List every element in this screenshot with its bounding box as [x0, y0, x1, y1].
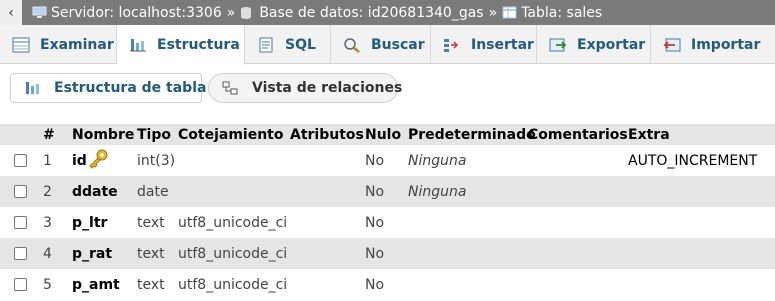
row-number: 2	[43, 183, 52, 200]
table-header: # Nombre Tipo Cotejamiento Atributos Nul…	[0, 124, 775, 145]
tab-insert[interactable]: Insertar	[431, 25, 537, 64]
tab-export[interactable]: Exportar	[537, 25, 651, 64]
field-null: No	[365, 245, 385, 262]
breadcrumb-table[interactable]: Tabla: sales	[502, 5, 602, 21]
table-structure-button[interactable]: Estructura de tabla	[10, 73, 206, 103]
primary-key-icon	[87, 149, 109, 173]
server-icon	[32, 6, 47, 19]
row-number: 4	[43, 245, 52, 262]
tab-search-label: Buscar	[371, 36, 425, 53]
field-name: id	[72, 152, 87, 169]
field-null: No	[365, 214, 385, 231]
table-row: 2 ddate date No Ninguna	[0, 176, 775, 207]
row-select-checkbox[interactable]	[14, 247, 27, 260]
tab-browse[interactable]: Examinar	[0, 25, 117, 64]
row-select-checkbox[interactable]	[14, 185, 27, 198]
col-header-number: #	[43, 126, 55, 143]
row-number: 1	[43, 152, 52, 169]
breadcrumb: ‹ Servidor: localhost:3306 » Base de dat…	[0, 0, 775, 25]
field-extra: AUTO_INCREMENT	[628, 152, 758, 169]
field-null: No	[365, 183, 385, 200]
tab-structure-label: Estructura	[157, 36, 240, 53]
col-header-default[interactable]: Predeterminado	[408, 127, 536, 143]
table-row: 5 p_amt text utf8_unicode_ci No	[0, 269, 775, 300]
structure-table: # Nombre Tipo Cotejamiento Atributos Nul…	[0, 124, 775, 300]
field-collation: utf8_unicode_ci	[178, 245, 288, 262]
field-type: text	[137, 245, 165, 262]
relation-view-button[interactable]: Vista de relaciones	[208, 73, 402, 103]
breadcrumb-database[interactable]: Base de datos: id20681340_gas	[240, 4, 484, 21]
tab-structure[interactable]: Estructura	[117, 25, 245, 65]
breadcrumb-server[interactable]: Servidor: localhost:3306	[32, 5, 222, 21]
col-header-attributes[interactable]: Atributos	[290, 127, 364, 143]
field-name: p_ltr	[72, 214, 108, 231]
field-type: date	[137, 183, 169, 200]
breadcrumb-separator: »	[226, 4, 236, 21]
col-header-null[interactable]: Nulo	[365, 127, 401, 143]
field-null: No	[365, 276, 385, 293]
field-collation: utf8_unicode_ci	[178, 214, 288, 231]
breadcrumb-table-label: Tabla: sales	[521, 4, 603, 21]
relation-icon	[222, 80, 238, 96]
field-type: text	[137, 214, 165, 231]
row-number: 3	[43, 214, 52, 231]
tab-search[interactable]: Buscar	[331, 25, 431, 64]
table-icon	[502, 6, 517, 19]
database-icon	[240, 6, 255, 19]
breadcrumb-database-label: Base de datos: id20681340_gas	[259, 4, 484, 21]
field-name: ddate	[72, 183, 118, 200]
import-icon	[663, 37, 681, 53]
field-type: int(3)	[137, 152, 176, 169]
col-header-name[interactable]: Nombre	[72, 127, 134, 143]
tab-import[interactable]: Importar	[651, 25, 775, 64]
field-default: Ninguna	[408, 152, 467, 169]
tab-sql[interactable]: SQL	[245, 25, 331, 64]
structure-icon	[129, 37, 147, 53]
tab-export-label: Exportar	[577, 36, 646, 53]
col-header-collation[interactable]: Cotejamiento	[178, 127, 284, 143]
field-name: p_amt	[72, 276, 120, 293]
field-name: p_rat	[72, 245, 113, 262]
col-header-extra[interactable]: Extra	[628, 127, 670, 143]
search-icon	[343, 37, 361, 53]
breadcrumb-separator: »	[488, 4, 498, 21]
row-number: 5	[43, 276, 52, 293]
field-null: No	[365, 152, 385, 169]
col-header-comments[interactable]: Comentarios	[528, 127, 628, 143]
row-select-checkbox[interactable]	[14, 278, 27, 291]
export-icon	[549, 37, 567, 53]
col-header-type[interactable]: Tipo	[137, 127, 171, 143]
tab-import-label: Importar	[691, 36, 761, 53]
table-row: 1 id int(3) No Ninguna AUTO_INCREMENT	[0, 145, 775, 176]
table-row: 3 p_ltr text utf8_unicode_ci No	[0, 207, 775, 238]
main-tabs: Examinar Estructura SQL Buscar Insertar …	[0, 25, 775, 65]
sql-icon	[257, 37, 275, 53]
relation-view-label: Vista de relaciones	[252, 80, 403, 96]
field-collation: utf8_unicode_ci	[178, 276, 288, 293]
table-structure-label: Estructura de tabla	[54, 80, 207, 96]
row-select-checkbox[interactable]	[14, 154, 27, 167]
field-type: text	[137, 276, 165, 293]
insert-icon	[443, 37, 461, 53]
collapse-toggle-button[interactable]: ‹	[0, 0, 22, 25]
tab-insert-label: Insertar	[471, 36, 534, 53]
tab-sql-label: SQL	[285, 36, 316, 53]
breadcrumb-server-label: Servidor: localhost:3306	[51, 4, 222, 21]
table-row: 4 p_rat text utf8_unicode_ci No	[0, 238, 775, 269]
tab-browse-label: Examinar	[40, 36, 114, 53]
field-default: Ninguna	[408, 183, 467, 200]
structure-icon	[24, 80, 40, 96]
browse-icon	[12, 37, 30, 53]
row-select-checkbox[interactable]	[14, 216, 27, 229]
